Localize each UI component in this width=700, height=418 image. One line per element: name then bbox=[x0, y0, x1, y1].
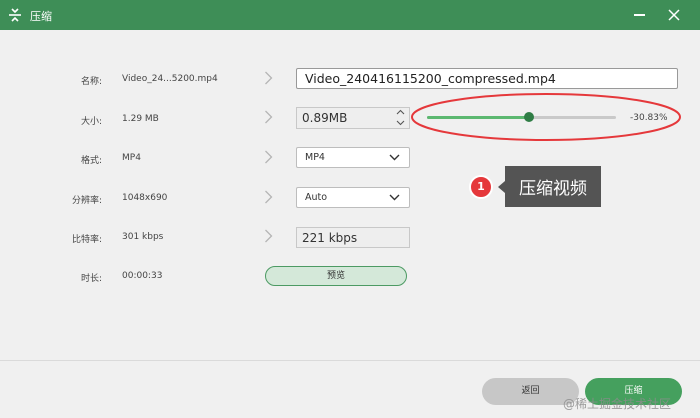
bitrate-field: 221 kbps bbox=[296, 227, 410, 248]
highlight-ellipse bbox=[411, 93, 681, 141]
close-icon[interactable] bbox=[668, 9, 680, 21]
format-label: 格式: bbox=[80, 156, 102, 166]
name-label: 名称: bbox=[80, 77, 102, 87]
chevron-down-icon bbox=[389, 194, 400, 201]
spin-up-icon[interactable] bbox=[396, 109, 405, 115]
original-size-value: 1.29 MB bbox=[122, 114, 159, 124]
chevron-right-icon bbox=[265, 190, 273, 204]
chevron-right-icon bbox=[265, 110, 273, 124]
chevron-right-icon bbox=[265, 150, 273, 164]
chevron-down-icon bbox=[389, 154, 400, 161]
original-resolution-value: 1048x690 bbox=[122, 193, 168, 203]
original-name-value: Video_24...5200.mp4 bbox=[122, 74, 218, 84]
format-select[interactable]: MP4 bbox=[296, 147, 410, 168]
minimize-icon[interactable] bbox=[634, 14, 645, 16]
chevron-right-icon bbox=[265, 71, 273, 85]
resolution-label: 分辨率: bbox=[71, 196, 102, 206]
original-bitrate-value: 301 kbps bbox=[122, 232, 164, 242]
spin-down-icon[interactable] bbox=[396, 120, 405, 126]
window-title: 压缩 bbox=[30, 10, 52, 23]
compress-app-icon bbox=[9, 8, 21, 22]
target-size-value: 0.89MB bbox=[302, 111, 348, 125]
step-badge: 1 bbox=[469, 175, 493, 199]
watermark: @稀土掘金技术社区 bbox=[563, 397, 672, 411]
preview-button[interactable]: 预览 bbox=[265, 266, 407, 286]
format-select-value: MP4 bbox=[305, 152, 325, 163]
chevron-right-icon bbox=[265, 229, 273, 243]
output-name-input[interactable] bbox=[296, 68, 678, 89]
callout-label: 压缩视频 bbox=[498, 166, 601, 207]
duration-label: 时长: bbox=[80, 274, 102, 284]
bitrate-label: 比特率: bbox=[71, 235, 102, 245]
bitrate-value: 221 kbps bbox=[302, 230, 358, 245]
target-size-stepper[interactable]: 0.89MB bbox=[296, 107, 410, 129]
size-label: 大小: bbox=[80, 117, 102, 127]
resolution-select[interactable]: Auto bbox=[296, 187, 410, 208]
resolution-select-value: Auto bbox=[305, 192, 328, 203]
original-duration-value: 00:00:33 bbox=[122, 271, 163, 281]
title-bar: 压缩 bbox=[0, 0, 700, 30]
original-format-value: MP4 bbox=[122, 153, 141, 163]
